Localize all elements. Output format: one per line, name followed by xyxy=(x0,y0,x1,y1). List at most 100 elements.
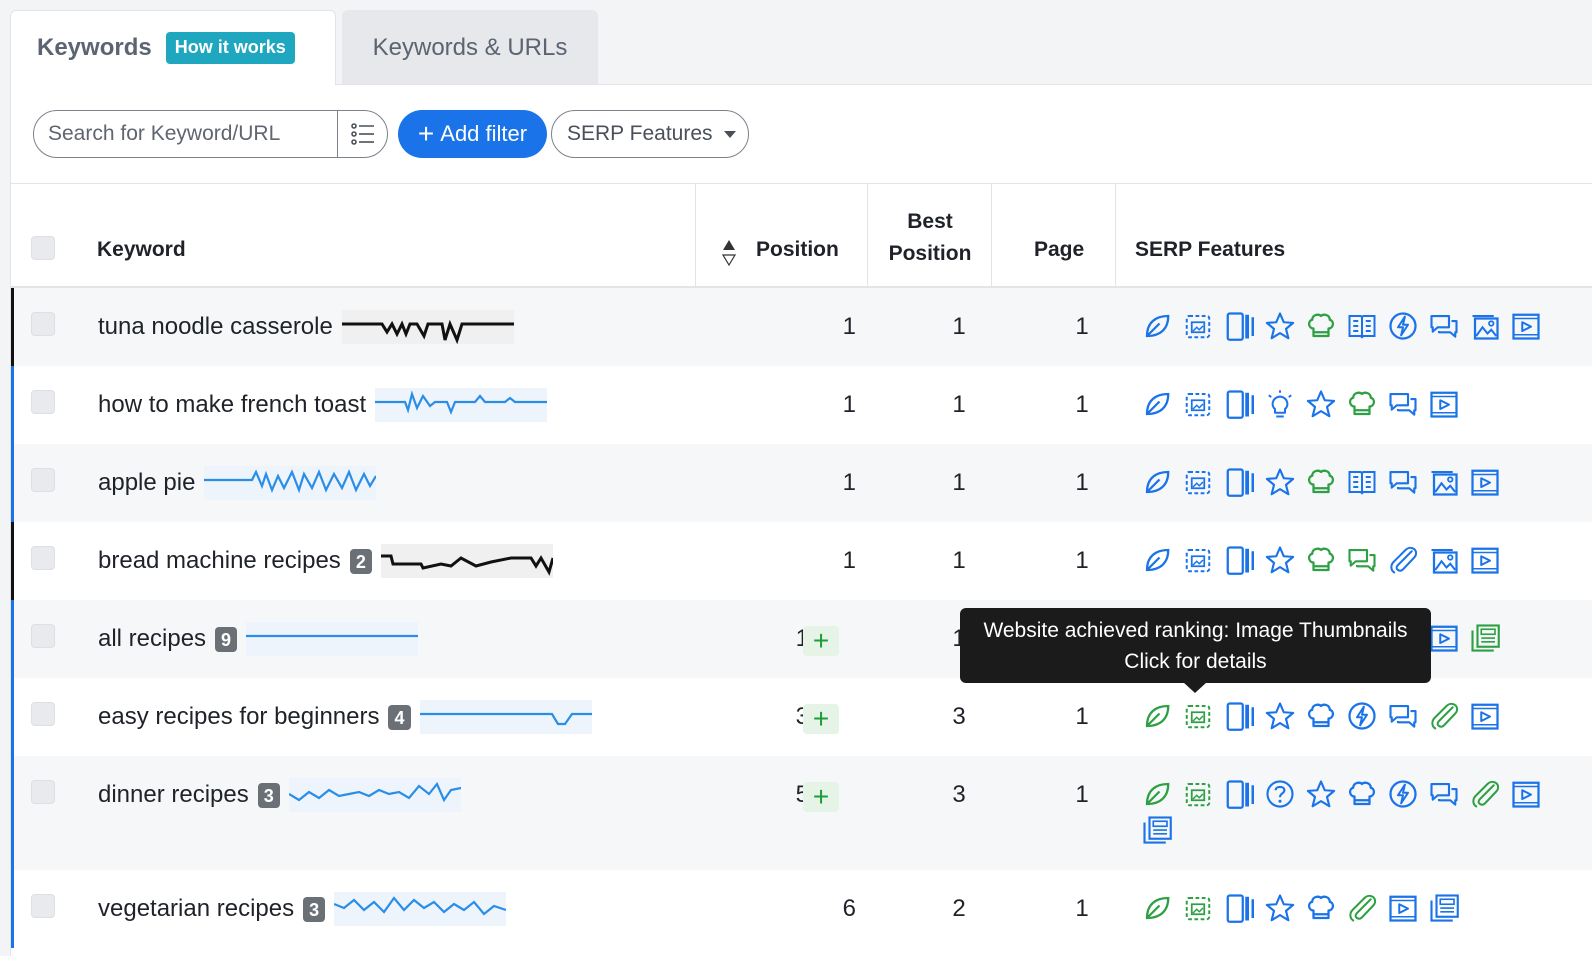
position-sparkline[interactable] xyxy=(419,700,592,734)
table-row[interactable]: vegetarian recipes 3 6 2 1 xyxy=(11,870,1592,948)
news-icon[interactable] xyxy=(1470,623,1500,653)
image-thumbnails-icon[interactable] xyxy=(1183,389,1213,419)
row-checkbox[interactable] xyxy=(31,702,55,726)
paperclip-icon[interactable] xyxy=(1470,779,1500,809)
chat-icon[interactable] xyxy=(1347,545,1377,575)
image-thumbnails-icon[interactable] xyxy=(1183,701,1213,731)
row-checkbox[interactable] xyxy=(31,894,55,918)
table-row[interactable]: tuna noodle casserole 1 1 1 xyxy=(11,288,1592,366)
select-all-checkbox[interactable] xyxy=(31,236,55,260)
leaf-icon[interactable] xyxy=(1142,311,1172,341)
paperclip-icon[interactable] xyxy=(1347,893,1377,923)
knowledge-panel-icon[interactable] xyxy=(1224,893,1254,923)
tab-keywords-urls[interactable]: Keywords & URLs xyxy=(342,10,598,85)
book-icon[interactable] xyxy=(1347,467,1377,497)
image-thumbnails-icon[interactable] xyxy=(1183,467,1213,497)
book-icon[interactable] xyxy=(1347,311,1377,341)
knowledge-panel-icon[interactable] xyxy=(1224,311,1254,341)
leaf-icon[interactable] xyxy=(1142,467,1172,497)
position-sparkline[interactable] xyxy=(341,310,514,344)
images-icon[interactable] xyxy=(1429,467,1459,497)
image-thumbnails-icon[interactable] xyxy=(1183,893,1213,923)
keyword-text[interactable]: tuna noodle casserole xyxy=(98,313,333,341)
keyword-text[interactable]: vegetarian recipes xyxy=(98,895,294,923)
recipes-chef-hat-icon[interactable] xyxy=(1306,545,1336,575)
video-icon[interactable] xyxy=(1511,779,1541,809)
column-serp-features[interactable]: SERP Features xyxy=(1135,238,1285,262)
table-row[interactable]: apple pie 1 1 1 xyxy=(11,444,1592,522)
url-count-badge[interactable]: 4 xyxy=(388,704,411,730)
plus-icon[interactable]: + xyxy=(803,782,839,812)
amp-lightning-icon[interactable] xyxy=(1388,779,1418,809)
knowledge-panel-icon[interactable] xyxy=(1224,545,1254,575)
add-filter-button[interactable]: + Add filter xyxy=(398,110,547,158)
leaf-icon[interactable] xyxy=(1142,701,1172,731)
video-icon[interactable] xyxy=(1470,467,1500,497)
recipes-chef-hat-icon[interactable] xyxy=(1347,779,1377,809)
keyword-text[interactable]: dinner recipes xyxy=(98,781,249,809)
plus-icon[interactable]: + xyxy=(803,704,839,734)
video-icon[interactable] xyxy=(1470,701,1500,731)
bulk-list-button[interactable] xyxy=(337,111,387,157)
amp-lightning-icon[interactable] xyxy=(1388,311,1418,341)
amp-lightning-icon[interactable] xyxy=(1347,701,1377,731)
video-icon[interactable] xyxy=(1429,623,1459,653)
knowledge-panel-icon[interactable] xyxy=(1224,779,1254,809)
star-reviews-icon[interactable] xyxy=(1265,467,1295,497)
images-icon[interactable] xyxy=(1429,545,1459,575)
image-thumbnails-icon[interactable] xyxy=(1183,545,1213,575)
leaf-icon[interactable] xyxy=(1142,893,1172,923)
keyword-text[interactable]: easy recipes for beginners xyxy=(98,703,379,731)
video-icon[interactable] xyxy=(1429,389,1459,419)
leaf-icon[interactable] xyxy=(1142,545,1172,575)
table-row[interactable]: bread machine recipes 2 1 1 1 xyxy=(11,522,1592,600)
image-thumbnails-icon[interactable] xyxy=(1183,311,1213,341)
keyword-text[interactable]: apple pie xyxy=(98,469,195,497)
url-count-badge[interactable]: 3 xyxy=(257,782,280,808)
recipes-chef-hat-icon[interactable] xyxy=(1347,389,1377,419)
row-checkbox[interactable] xyxy=(31,312,55,336)
keyword-text[interactable]: bread machine recipes xyxy=(98,547,341,575)
paperclip-icon[interactable] xyxy=(1429,701,1459,731)
column-best-position[interactable]: Best Position xyxy=(868,206,992,270)
search-input[interactable] xyxy=(34,111,338,157)
row-checkbox[interactable] xyxy=(31,390,55,414)
chat-icon[interactable] xyxy=(1388,701,1418,731)
video-icon[interactable] xyxy=(1388,893,1418,923)
table-row[interactable]: dinner recipes 3 5 + 3 1 xyxy=(11,756,1592,870)
chat-icon[interactable] xyxy=(1429,779,1459,809)
leaf-icon[interactable] xyxy=(1142,389,1172,419)
star-reviews-icon[interactable] xyxy=(1306,389,1336,419)
row-checkbox[interactable] xyxy=(31,780,55,804)
star-reviews-icon[interactable] xyxy=(1306,779,1336,809)
question-icon[interactable] xyxy=(1265,779,1295,809)
recipes-chef-hat-icon[interactable] xyxy=(1306,467,1336,497)
images-icon[interactable] xyxy=(1470,311,1500,341)
position-sparkline[interactable] xyxy=(288,778,461,812)
chat-icon[interactable] xyxy=(1429,311,1459,341)
row-checkbox[interactable] xyxy=(31,624,55,648)
position-sparkline[interactable] xyxy=(375,388,548,422)
chat-icon[interactable] xyxy=(1388,467,1418,497)
video-icon[interactable] xyxy=(1511,311,1541,341)
star-reviews-icon[interactable] xyxy=(1265,701,1295,731)
tab-keywords[interactable]: Keywords How it works xyxy=(10,10,336,85)
how-it-works-badge[interactable]: How it works xyxy=(165,32,295,64)
knowledge-panel-icon[interactable] xyxy=(1224,389,1254,419)
star-reviews-icon[interactable] xyxy=(1265,311,1295,341)
url-count-badge[interactable]: 2 xyxy=(349,548,372,574)
star-reviews-icon[interactable] xyxy=(1265,893,1295,923)
leaf-icon[interactable] xyxy=(1142,779,1172,809)
position-sparkline[interactable] xyxy=(334,892,507,926)
knowledge-panel-icon[interactable] xyxy=(1224,701,1254,731)
serp-features-dropdown[interactable]: SERP Features xyxy=(551,110,749,158)
column-page[interactable]: Page xyxy=(1034,238,1084,262)
table-row[interactable]: easy recipes for beginners 4 3 + 3 1 xyxy=(11,678,1592,756)
plus-icon[interactable]: + xyxy=(803,626,839,656)
position-sparkline[interactable] xyxy=(204,466,377,500)
lightbulb-icon[interactable] xyxy=(1265,389,1295,419)
column-keyword[interactable]: Keyword xyxy=(97,238,186,262)
keyword-text[interactable]: all recipes xyxy=(98,625,206,653)
table-row[interactable]: how to make french toast 1 1 1 xyxy=(11,366,1592,444)
row-checkbox[interactable] xyxy=(31,546,55,570)
